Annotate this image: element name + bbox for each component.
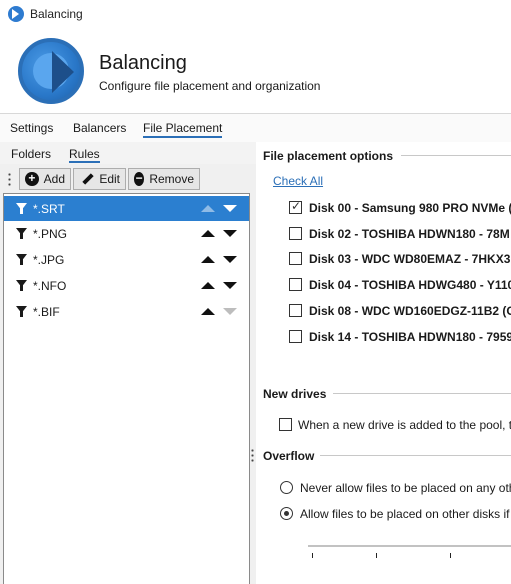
rule-name: *.BIF [33,305,60,319]
tab-rules[interactable]: Rules [69,147,100,163]
disk-14-label: Disk 14 - TOSHIBA HDWN180 - 7959 [309,330,511,344]
overflow-allow-label: Allow files to be placed on other disks … [300,507,510,521]
title-bar: Balancing [0,0,511,28]
tab-folders[interactable]: Folders [11,147,51,161]
overflow-never-label: Never allow files to be placed on any ot… [300,481,511,495]
new-drives-heading: New drives [263,387,327,401]
move-up-icon[interactable] [201,230,215,237]
filter-icon [16,254,27,265]
filter-icon [16,203,27,214]
disk-14-checkbox[interactable] [289,330,302,343]
move-down-icon [223,308,237,315]
sub-tabs: Folders Rules [0,142,256,164]
move-down-icon[interactable] [223,230,237,237]
window-title: Balancing [30,7,83,21]
disk-08-checkbox[interactable] [289,304,302,317]
slider-tick [376,553,377,558]
rule-row[interactable]: *.BIF [4,299,249,324]
page-title: Balancing [99,52,187,74]
minus-icon: − [134,171,145,186]
disk-04-label: Disk 04 - TOSHIBA HDWG480 - Y110 [309,278,511,292]
slider-tick [312,553,313,558]
page-subtitle: Configure file placement and organizatio… [99,79,321,93]
add-button[interactable]: + Add [19,168,71,190]
move-up-icon[interactable] [201,256,215,263]
filter-icon [16,306,27,317]
section-divider [320,455,511,456]
edit-button-label: Edit [99,172,120,186]
panel-splitter-icon[interactable] [251,448,254,462]
rule-name: *.SRT [33,202,65,216]
remove-button[interactable]: − Remove [128,168,200,190]
disk-03-label: Disk 03 - WDC WD80EMAZ - 7HKX3 [309,252,511,266]
new-drive-checkbox[interactable] [279,418,292,431]
rules-list[interactable]: *.SRT *.PNG *.JPG *.NFO *.BIF [3,193,250,584]
disk-02-label: Disk 02 - TOSHIBA HDWN180 - 78M [309,227,510,241]
tab-settings[interactable]: Settings [10,121,53,135]
move-down-icon[interactable] [223,256,237,263]
plus-icon: + [25,172,39,186]
pencil-icon [79,172,94,186]
move-up-icon[interactable] [201,308,215,315]
rules-toolbar: + Add Edit − Remove [0,166,256,193]
rule-name: *.NFO [33,279,67,293]
move-down-icon[interactable] [223,282,237,289]
main-tabs: Settings Balancers File Placement [0,114,511,142]
rule-row[interactable]: *.JPG [4,247,249,272]
slider-tick [450,553,451,558]
rule-name: *.JPG [33,253,65,267]
move-up-icon[interactable] [201,282,215,289]
tab-balancers[interactable]: Balancers [73,121,126,135]
balancing-logo-icon [18,38,84,104]
section-divider [401,155,511,156]
disk-00-checkbox[interactable] [289,199,302,214]
tab-file-placement[interactable]: File Placement [143,121,223,138]
new-drive-option-label: When a new drive is added to the pool, t [298,418,511,432]
toolbar-grip-icon[interactable] [8,172,11,186]
rule-row[interactable]: *.SRT [4,196,249,221]
check-all-link[interactable]: Check All [273,174,323,188]
remove-button-label: Remove [149,172,194,186]
disk-00-label: Disk 00 - Samsung 980 PRO NVMe ( [309,201,511,215]
disk-08-label: Disk 08 - WDC WD160EDGZ-11B2 (C [309,304,511,318]
overflow-slider-track[interactable] [308,545,511,547]
filter-icon [16,280,27,291]
disk-04-checkbox[interactable] [289,278,302,291]
move-down-icon[interactable] [223,205,237,212]
disk-02-checkbox[interactable] [289,227,302,240]
disk-03-checkbox[interactable] [289,252,302,265]
header: Balancing Configure file placement and o… [0,28,511,114]
rule-name: *.PNG [33,227,68,241]
app-icon [8,6,24,22]
filter-icon [16,228,27,239]
overflow-never-radio[interactable] [280,481,293,494]
rule-row[interactable]: *.NFO [4,273,249,298]
overflow-heading: Overflow [263,449,315,463]
rule-row[interactable]: *.PNG [4,221,249,246]
edit-button[interactable]: Edit [73,168,126,190]
section-divider [333,393,511,394]
overflow-allow-radio[interactable] [280,507,293,520]
move-up-icon[interactable] [201,205,215,212]
file-placement-options-heading: File placement options [263,149,394,163]
add-button-label: Add [43,172,65,186]
file-placement-panel: File placement options Check All Disk 00… [256,142,511,584]
